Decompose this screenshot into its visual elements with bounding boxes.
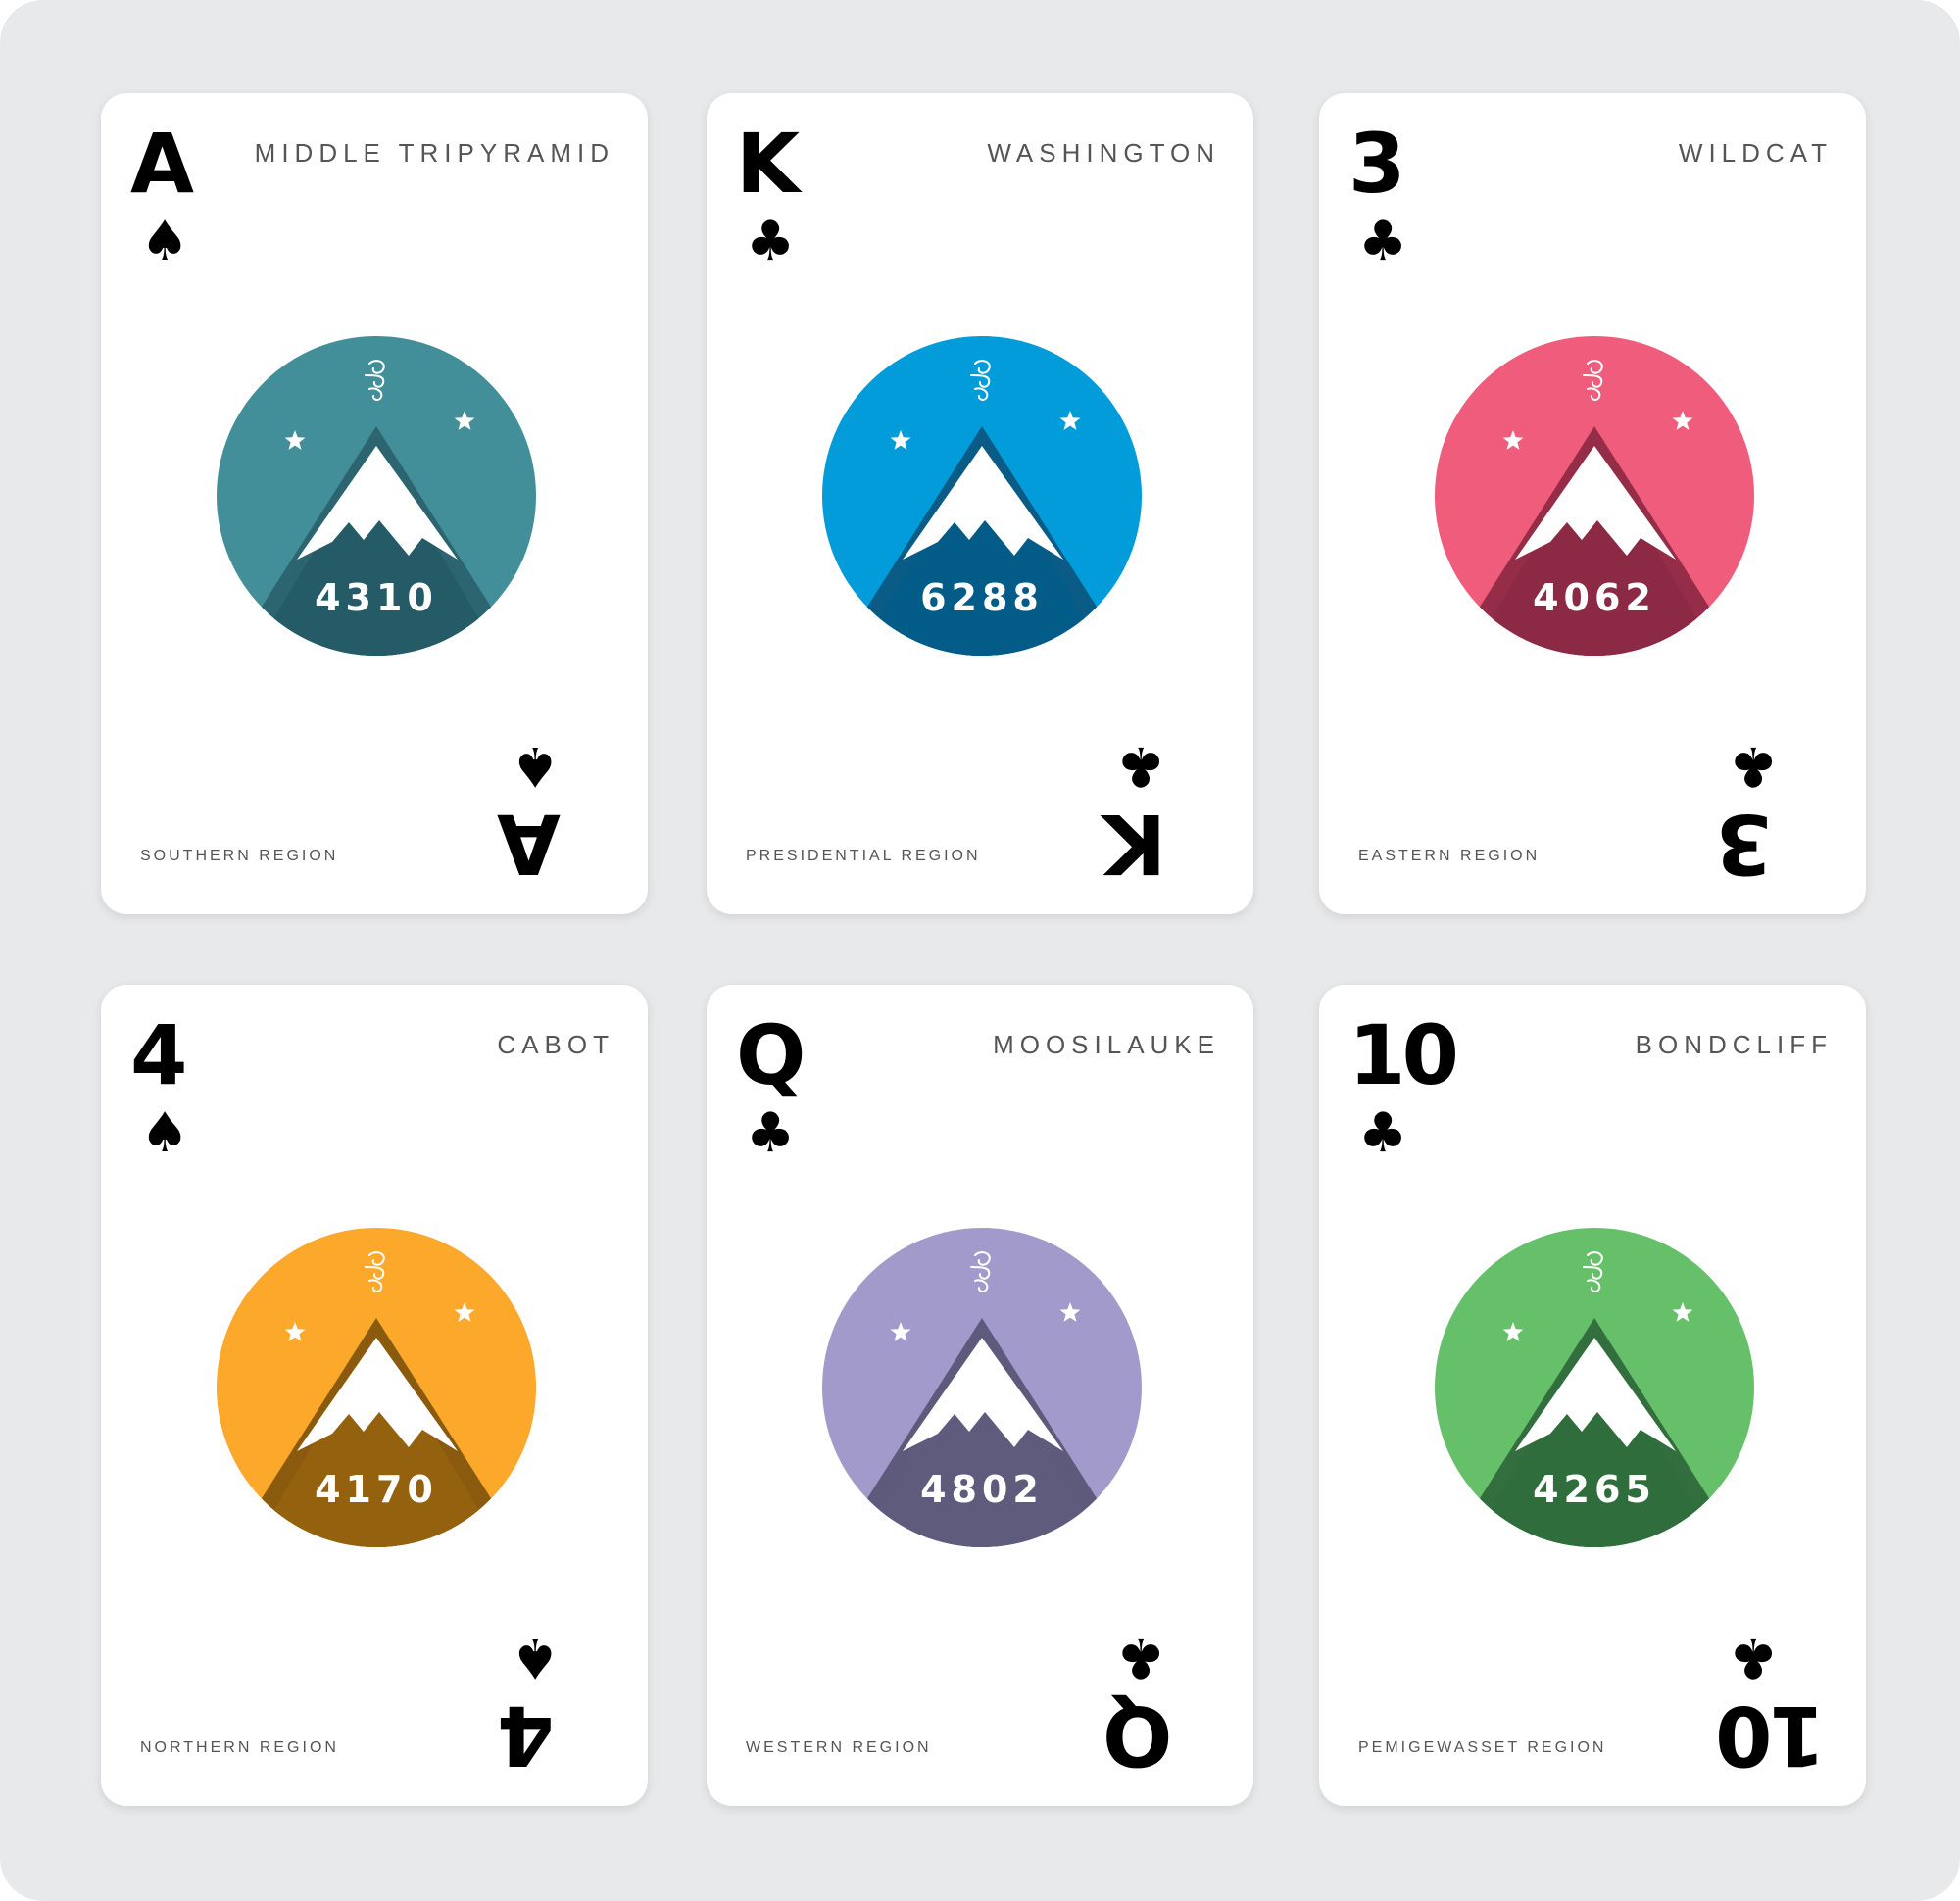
mountain-name: CABOT (497, 1030, 614, 1059)
corner-index-rotated: Q ♣ (1106, 1581, 1224, 1783)
card-rank: 3 (1348, 116, 1405, 212)
elevation-label: 4062 (1533, 576, 1656, 619)
mountain-badge: 6288 (822, 336, 1142, 656)
card-rank: A (130, 116, 194, 212)
spade-icon: ♠ (511, 1626, 561, 1689)
club-icon: ♣ (746, 1101, 796, 1165)
card-rank-rotated: 4 (501, 1687, 555, 1783)
playing-card[interactable]: K ♣ WASHINGTON 6288 PRESIDENTIAL REGION … (707, 93, 1253, 914)
card-rank: 10 (1348, 1007, 1459, 1103)
spade-icon: ♠ (511, 734, 561, 798)
spade-icon: ♠ (140, 210, 190, 273)
spade-icon: ♠ (140, 1101, 190, 1165)
mountain-name: MOOSILAUKE (993, 1030, 1220, 1059)
club-icon: ♣ (1729, 1626, 1779, 1689)
club-icon: ♣ (1729, 734, 1779, 798)
card-rank-rotated: 10 (1719, 1687, 1826, 1783)
elevation-label: 4170 (315, 1468, 438, 1511)
corner-index-rotated: 10 ♣ (1719, 1581, 1837, 1783)
card-rank-rotated: K (1106, 796, 1167, 892)
mountain-name: BONDCLIFF (1635, 1030, 1833, 1059)
club-icon: ♣ (746, 210, 796, 273)
elevation-label: 6288 (920, 576, 1044, 619)
card-rank: Q (736, 1007, 806, 1103)
card-rank-rotated: 3 (1719, 796, 1773, 892)
card-rank-rotated: Q (1106, 1687, 1173, 1783)
playing-card[interactable]: 3 ♣ WILDCAT 4062 EASTERN REGION 3 ♣ (1319, 93, 1866, 914)
mountain-badge: 4062 (1435, 336, 1754, 656)
mountain-name: WASHINGTON (987, 138, 1220, 168)
mountain-badge: 4310 (217, 336, 536, 656)
club-icon: ♣ (1116, 734, 1166, 798)
mountain-badge: 4170 (217, 1228, 536, 1547)
corner-index-rotated: 4 ♠ (501, 1581, 618, 1783)
mountain-name: WILDCAT (1678, 138, 1833, 168)
club-icon: ♣ (1358, 1101, 1408, 1165)
region-label: NORTHERN REGION (140, 1739, 339, 1756)
region-label: PEMIGEWASSET REGION (1358, 1739, 1607, 1756)
playing-card[interactable]: 4 ♠ CABOT 4170 NORTHERN REGION 4 ♠ (101, 985, 648, 1806)
region-label: EASTERN REGION (1358, 848, 1541, 864)
club-icon: ♣ (1358, 210, 1408, 273)
mountain-name: MIDDLE TRIPYRAMID (254, 138, 614, 168)
mountain-badge: 4265 (1435, 1228, 1754, 1547)
club-icon: ♣ (1116, 1626, 1166, 1689)
elevation-label: 4310 (315, 576, 438, 619)
card-rank: K (736, 116, 800, 212)
card-board: A ♠ MIDDLE TRIPYRAMID 4310 SOUTHERN REGI… (0, 0, 1960, 1901)
region-label: PRESIDENTIAL REGION (746, 848, 981, 864)
elevation-label: 4265 (1533, 1468, 1656, 1511)
corner-index-rotated: A ♠ (501, 689, 618, 892)
playing-card[interactable]: Q ♣ MOOSILAUKE 4802 WESTERN REGION Q ♣ (707, 985, 1253, 1806)
elevation-label: 4802 (920, 1468, 1044, 1511)
card-rank-rotated: A (501, 796, 562, 892)
corner-index-rotated: 3 ♣ (1719, 689, 1837, 892)
corner-index-rotated: K ♣ (1106, 689, 1224, 892)
playing-card[interactable]: A ♠ MIDDLE TRIPYRAMID 4310 SOUTHERN REGI… (101, 93, 648, 914)
region-label: WESTERN REGION (746, 1739, 932, 1756)
playing-card[interactable]: 10 ♣ BONDCLIFF 4265 PEMIGEWASSET REGION … (1319, 985, 1866, 1806)
card-rank: 4 (130, 1007, 187, 1103)
region-label: SOUTHERN REGION (140, 848, 339, 864)
mountain-badge: 4802 (822, 1228, 1142, 1547)
